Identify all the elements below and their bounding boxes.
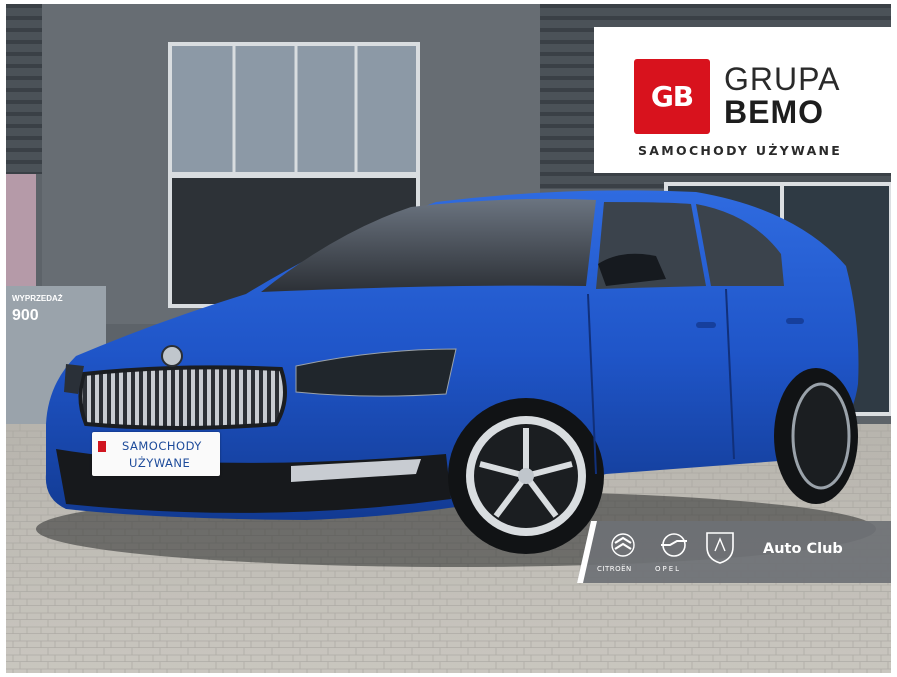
background-sign-number: 900 (12, 307, 39, 324)
dealer-name-line1: GRUPA (724, 61, 841, 97)
plate-flag-icon (98, 441, 106, 452)
dealer-name-line2: BEMO (724, 94, 824, 130)
auto-club-banner: CITROËN OPEL Auto Club (577, 521, 891, 583)
dealer-tagline: SAMOCHODY UŻYWANE (638, 143, 843, 158)
banner-background (577, 521, 891, 583)
auto-club-label: Auto Club (763, 541, 843, 557)
background-sign-text: WYPRZEDAŻ (12, 294, 63, 303)
brand-label-citroen: CITROËN (597, 565, 632, 573)
plate-line2: UŻYWANE (129, 456, 191, 470)
plate-line1: SAMOCHODY (122, 439, 202, 453)
gb-logo-icon: GB (634, 59, 710, 134)
license-plate-badge: SAMOCHODY UŻYWANE (92, 432, 220, 476)
brand-label-opel: OPEL (655, 565, 682, 573)
dealer-logo-badge: GB GRUPA BEMO SAMOCHODY UŻYWANE (594, 27, 891, 173)
